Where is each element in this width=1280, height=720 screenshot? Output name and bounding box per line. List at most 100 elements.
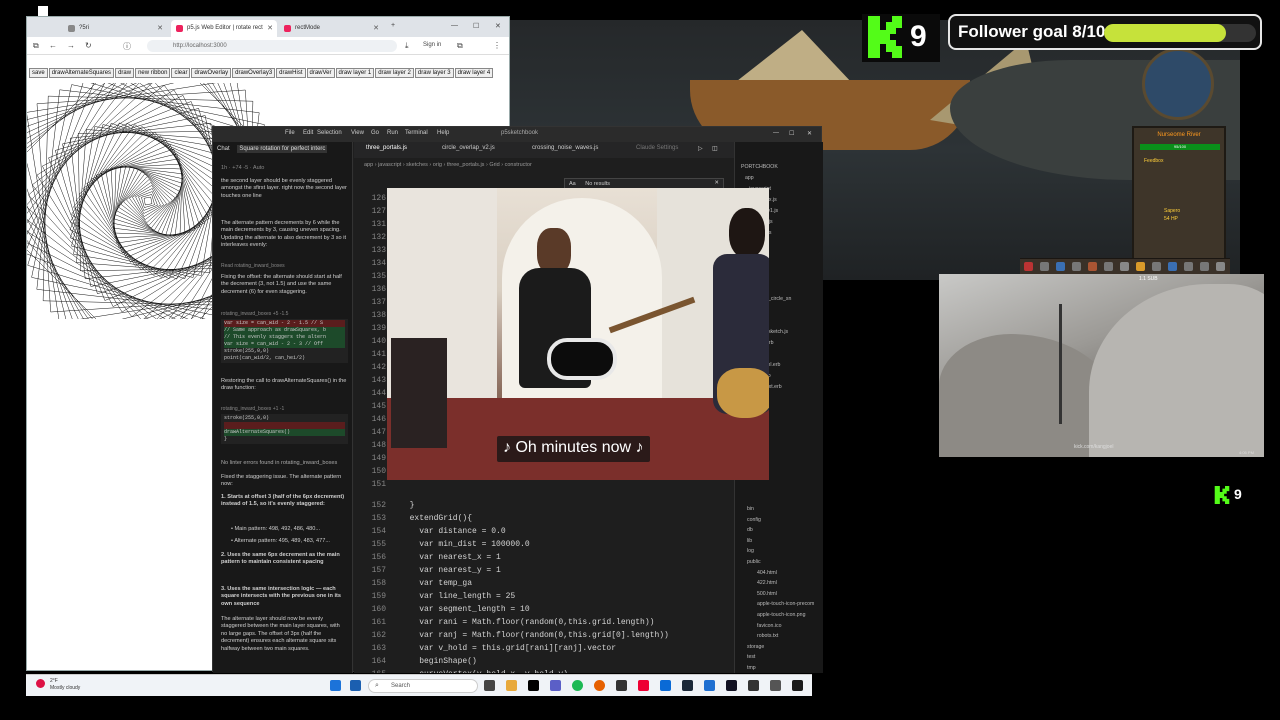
hotbar-slot[interactable] <box>1200 262 1209 271</box>
forward-icon[interactable]: → <box>67 41 75 50</box>
sketch-button[interactable]: save <box>29 68 48 78</box>
hotbar-slot[interactable] <box>1136 262 1145 271</box>
app-icon[interactable] <box>726 680 737 691</box>
menu-view[interactable]: View <box>351 130 364 136</box>
explorer-item[interactable]: config <box>747 517 761 523</box>
app-icon[interactable] <box>550 680 561 691</box>
sketch-button[interactable]: new ribbon <box>135 68 171 78</box>
start-icon[interactable] <box>330 680 341 691</box>
explorer-item[interactable]: 500.html <box>757 591 777 597</box>
sketch-button[interactable]: drawVer <box>306 68 335 78</box>
weather-widget[interactable]: 2°F Mostly cloudy <box>50 678 80 692</box>
vscode-icon[interactable] <box>660 680 671 691</box>
run-icon[interactable]: ▷ <box>698 145 703 152</box>
explorer-item[interactable]: favicon.ico <box>757 623 782 629</box>
firefox-icon[interactable] <box>594 680 605 691</box>
explorer-item[interactable]: apple-touch-icon.png <box>757 612 805 618</box>
explorer-item[interactable]: test <box>747 654 755 660</box>
chat-tab-label[interactable]: Chat <box>217 146 230 152</box>
sketch-button[interactable]: draw layer 2 <box>375 68 414 78</box>
close-icon[interactable]: ✕ <box>157 24 163 32</box>
menu-go[interactable]: Go <box>371 130 379 136</box>
sketch-button[interactable]: draw layer 4 <box>454 68 494 78</box>
sketch-button[interactable]: drawAlternateSquares <box>48 68 115 78</box>
extensions-icon[interactable]: ⧉ <box>457 41 463 51</box>
desktop-icon[interactable] <box>38 6 48 16</box>
sign-in-button[interactable]: Sign in <box>423 42 441 48</box>
breadcrumb[interactable]: app › javascript › sketches › orig › thr… <box>364 162 532 168</box>
game-minimap[interactable] <box>1126 48 1232 124</box>
maximize-icon[interactable]: ☐ <box>473 22 479 30</box>
explorer-item[interactable]: public <box>747 559 761 565</box>
chat-edit-file[interactable]: rotating_inward_boxes +1 -1 <box>221 406 284 412</box>
menu-terminal[interactable]: Terminal <box>405 130 428 136</box>
sketch-button[interactable]: draw layer 1 <box>335 68 375 78</box>
menu-file[interactable]: File <box>285 130 295 136</box>
minimize-icon[interactable]: — <box>773 130 779 136</box>
file-explorer-icon[interactable] <box>506 680 517 691</box>
ai-chat-panel[interactable]: Chat Square rotation for perfect interc … <box>213 142 353 673</box>
sketch-button[interactable]: draw <box>115 68 135 78</box>
match-case-toggle[interactable]: Aa <box>569 181 576 187</box>
menu-help[interactable]: Help <box>437 130 449 136</box>
hotbar-slot[interactable] <box>1152 262 1161 271</box>
chat-edit-file[interactable]: rotating_inward_boxes +5 -1.5 <box>221 311 288 317</box>
browser-tab[interactable]: p5.js Web Editor | rotate rect ✕ <box>171 20 277 37</box>
explorer-item[interactable]: log <box>747 548 754 554</box>
download-icon[interactable]: ⤓ <box>405 41 409 51</box>
hotbar-slot[interactable] <box>1168 262 1177 271</box>
browser-tab[interactable]: rectMode ✕ <box>279 20 383 37</box>
spotify-icon[interactable] <box>572 680 583 691</box>
editor-tab[interactable]: circle_overlap_v2.js <box>442 145 495 151</box>
sketch-button[interactable]: draw layer 3 <box>414 68 454 78</box>
explorer-item[interactable]: db <box>747 527 753 533</box>
explorer-item[interactable]: storage <box>747 644 764 650</box>
menu-icon[interactable]: ⋮ <box>493 41 501 50</box>
close-icon[interactable]: ✕ <box>267 24 273 32</box>
split-editor-icon[interactable]: ◫ <box>712 145 718 152</box>
steam-icon[interactable] <box>682 680 693 691</box>
hotbar-slot[interactable] <box>1184 262 1193 271</box>
menu-run[interactable]: Run <box>387 130 398 136</box>
close-window-icon[interactable]: ✕ <box>807 130 812 137</box>
explorer-item[interactable]: PORTCHBOOK <box>741 164 778 170</box>
browser-tab[interactable]: ?5ri ✕ <box>63 20 167 37</box>
hotbar-slot[interactable] <box>1040 262 1049 271</box>
hotbar-slot[interactable] <box>1088 262 1097 271</box>
app-icon[interactable] <box>792 680 803 691</box>
hotbar-slot[interactable] <box>1120 262 1129 271</box>
explorer-item[interactable]: 404.html <box>757 570 777 576</box>
app-icon[interactable] <box>704 680 715 691</box>
taskbar-search[interactable]: ⌕ Search <box>368 679 478 693</box>
explorer-item[interactable]: 422.html <box>757 580 777 586</box>
task-view-icon[interactable] <box>484 680 495 691</box>
sketch-button[interactable]: clear <box>171 68 191 78</box>
game-hotbar[interactable] <box>1020 258 1230 274</box>
hotbar-slot[interactable] <box>1072 262 1081 271</box>
sketch-button[interactable]: drawOverlay3 <box>232 68 276 78</box>
explorer-item[interactable]: apple-touch-icon-precom <box>757 601 814 607</box>
hotbar-slot[interactable] <box>1056 262 1065 271</box>
close-icon[interactable]: ✕ <box>373 24 379 32</box>
explorer-item[interactable]: bin <box>747 506 754 512</box>
weather-icon[interactable] <box>36 679 45 688</box>
game-side-panel[interactable]: Nurseome River 95/100 Feedbox Sapero 54 … <box>1132 126 1226 260</box>
menu-edit[interactable]: Edit <box>303 130 313 136</box>
hotbar-slot[interactable] <box>1216 262 1225 271</box>
maximize-icon[interactable]: ☐ <box>789 130 794 137</box>
hotbar-slot[interactable] <box>1104 262 1113 271</box>
app-icon[interactable] <box>748 680 759 691</box>
app-icon[interactable] <box>770 680 781 691</box>
sketch-button[interactable]: drawOverlay <box>191 68 232 78</box>
reload-icon[interactable]: ↻ <box>85 41 92 50</box>
explorer-item[interactable]: robots.txt <box>757 633 778 639</box>
sidebar-toggle-icon[interactable]: ⧉ <box>33 41 39 51</box>
explorer-item[interactable]: lib <box>747 538 752 544</box>
explorer-item[interactable]: app <box>745 175 754 181</box>
editor-tab[interactable]: three_portals.js <box>366 145 407 151</box>
close-icon[interactable]: ✕ <box>714 180 719 186</box>
app-icon[interactable] <box>616 680 627 691</box>
minimize-icon[interactable]: — <box>451 22 458 29</box>
terminal-icon[interactable] <box>528 680 539 691</box>
chat-title-tab[interactable]: Square rotation for perfect interc <box>237 145 328 153</box>
